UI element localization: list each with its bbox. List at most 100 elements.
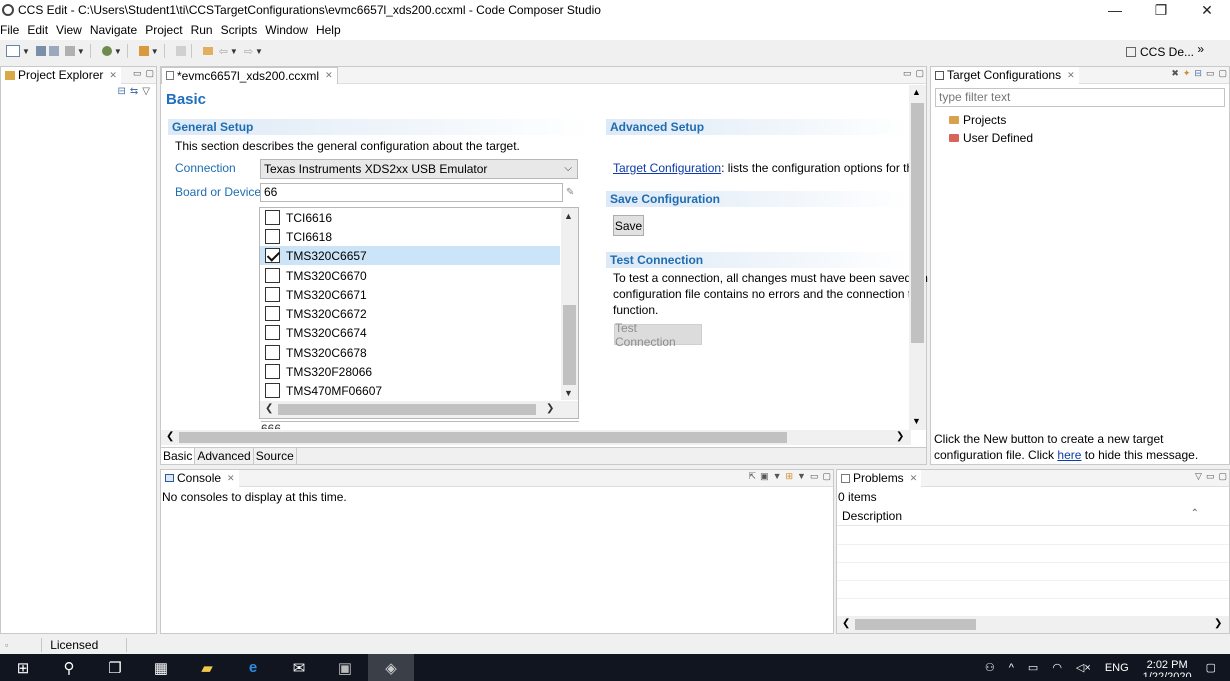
display-console-icon[interactable]: ▣ xyxy=(760,471,769,482)
scroll-right-icon[interactable]: ❯ xyxy=(896,431,904,442)
close-tab-icon[interactable]: ✕ xyxy=(1067,70,1075,81)
close-tab-icon[interactable]: ✕ xyxy=(109,70,117,81)
close-tab-icon[interactable]: ✕ xyxy=(325,70,333,81)
tab-basic[interactable]: Basic xyxy=(161,448,196,464)
device-checkbox[interactable] xyxy=(265,364,280,379)
hide-message-link[interactable]: here xyxy=(1057,448,1081,462)
notifications-icon[interactable]: ▢ xyxy=(1206,661,1216,674)
tab-advanced[interactable]: Advanced xyxy=(195,448,254,464)
scroll-thumb[interactable] xyxy=(911,103,924,343)
device-list-hscroll[interactable]: ❮ ❯ xyxy=(260,401,578,418)
new-dropdown-icon[interactable]: ▼ xyxy=(22,47,30,56)
close-tab-icon[interactable]: ✕ xyxy=(910,473,918,484)
target-configuration-link[interactable]: Target Configuration xyxy=(613,161,721,175)
forward-icon[interactable]: ⇨ xyxy=(244,45,253,58)
clear-filter-icon[interactable]: ✎ xyxy=(566,187,574,198)
people-icon[interactable]: ⚇ xyxy=(985,661,995,674)
task-view-icon[interactable]: ❐ xyxy=(92,654,138,681)
mail-icon[interactable]: ✉ xyxy=(276,654,322,681)
minimize-button[interactable]: — xyxy=(1092,0,1138,20)
open-console-icon[interactable]: ⊞ xyxy=(786,471,794,482)
scroll-thumb[interactable] xyxy=(563,305,576,385)
device-checkbox[interactable] xyxy=(265,306,280,321)
device-checkbox[interactable] xyxy=(265,383,280,398)
maximize-view-icon[interactable]: ▢ xyxy=(822,471,831,482)
perspective-switcher[interactable]: CCS De... xyxy=(1125,42,1194,62)
minimize-view-icon[interactable]: ▭ xyxy=(133,68,142,79)
new-icon[interactable] xyxy=(6,45,20,57)
editor-vscroll[interactable]: ▲ ▼ xyxy=(909,85,926,430)
list-item[interactable]: TMS320F28066 xyxy=(260,362,560,381)
device-checkbox[interactable] xyxy=(265,210,280,225)
back-icon[interactable]: ⇦ xyxy=(219,45,228,58)
volume-muted-icon[interactable]: ◁× xyxy=(1076,661,1091,674)
device-checkbox[interactable] xyxy=(265,345,280,360)
scroll-up-icon[interactable]: ▲ xyxy=(564,211,573,221)
build-icon[interactable] xyxy=(64,46,75,56)
maximize-view-icon[interactable]: ▢ xyxy=(915,68,924,79)
minimize-view-icon[interactable]: ▭ xyxy=(810,471,819,482)
forward-dropdown-icon[interactable]: ▼ xyxy=(255,47,263,56)
display-dropdown-icon[interactable]: ▼ xyxy=(773,471,782,482)
delete-icon[interactable]: ✖ xyxy=(1171,68,1179,79)
open-dropdown-icon[interactable]: ▼ xyxy=(797,471,806,482)
list-item[interactable]: TMS320C6672 xyxy=(260,304,560,323)
list-item-selected[interactable]: TMS320C6657 xyxy=(260,246,560,265)
collapse-all-icon[interactable]: ⊟ xyxy=(1194,68,1202,79)
board-filter-input[interactable]: 66 xyxy=(260,183,563,202)
windows-start-icon[interactable]: ⊞ xyxy=(0,654,46,681)
menu-view[interactable]: View xyxy=(52,23,86,37)
clock[interactable]: 2:02 PM 1/22/2020 xyxy=(1143,659,1192,677)
menu-project[interactable]: Project xyxy=(141,23,186,37)
list-item[interactable]: TCI6616 xyxy=(260,208,560,227)
scroll-thumb[interactable] xyxy=(855,619,976,630)
device-list-vscroll[interactable]: ▲ ▼ xyxy=(561,208,578,400)
test-connection-button[interactable]: Test Connection xyxy=(614,321,702,349)
tab-target-configurations[interactable]: Target Configurations ✕ xyxy=(931,66,1079,84)
list-item[interactable]: TCI6618 xyxy=(260,227,560,246)
app-icon[interactable]: ▣ xyxy=(322,654,368,681)
save-icon[interactable] xyxy=(35,46,46,56)
menu-navigate[interactable]: Navigate xyxy=(86,23,141,37)
tray-overflow-icon[interactable]: ^ xyxy=(1009,662,1014,674)
maximize-view-icon[interactable]: ▢ xyxy=(1218,471,1227,482)
device-checkbox-checked[interactable] xyxy=(265,248,280,263)
scroll-left-icon[interactable]: ❮ xyxy=(265,403,273,414)
minimize-view-icon[interactable]: ▭ xyxy=(1206,68,1215,79)
view-menu-icon[interactable]: ▽ xyxy=(142,86,150,97)
new-config-icon[interactable]: ✦ xyxy=(1183,68,1191,79)
minimize-view-icon[interactable]: ▭ xyxy=(903,68,912,79)
tab-source[interactable]: Source xyxy=(254,448,297,464)
tab-ccxml-file[interactable]: *evmc6657l_xds200.ccxml ✕ xyxy=(161,66,338,84)
device-checkbox[interactable] xyxy=(265,287,280,302)
restore-button[interactable]: ❐ xyxy=(1138,0,1184,20)
device-checkbox[interactable] xyxy=(265,325,280,340)
menu-file[interactable]: File xyxy=(0,23,23,37)
view-menu-icon[interactable]: ▽ xyxy=(1195,471,1202,482)
device-checkbox[interactable] xyxy=(265,229,280,244)
menu-help[interactable]: Help xyxy=(312,23,345,37)
maximize-view-icon[interactable]: ▢ xyxy=(145,68,154,79)
list-item[interactable]: TMS470MF06607 xyxy=(260,381,560,400)
build-dropdown-icon[interactable]: ▼ xyxy=(77,47,85,56)
tab-project-explorer[interactable]: Project Explorer ✕ xyxy=(1,66,121,84)
scroll-thumb[interactable] xyxy=(179,432,787,443)
debug-icon[interactable] xyxy=(101,46,112,56)
list-item[interactable]: TMS320C6671 xyxy=(260,285,560,304)
scroll-right-icon[interactable]: ❯ xyxy=(1214,618,1222,629)
connection-select[interactable]: Texas Instruments XDS2xx USB Emulator ⌵ xyxy=(260,159,578,179)
device-checkbox[interactable] xyxy=(265,268,280,283)
tree-item-projects[interactable]: Projects xyxy=(949,113,1006,127)
debug-dropdown-icon[interactable]: ▼ xyxy=(114,47,122,56)
scroll-left-icon[interactable]: ❮ xyxy=(842,618,850,629)
close-tab-icon[interactable]: ✕ xyxy=(227,473,235,484)
collapse-all-icon[interactable]: ⊟ xyxy=(118,86,126,97)
pin-console-icon[interactable]: ⇱ xyxy=(749,471,757,482)
scroll-down-icon[interactable]: ▼ xyxy=(564,388,573,398)
tree-item-user-defined[interactable]: User Defined xyxy=(949,131,1033,145)
more-perspectives-icon[interactable]: » xyxy=(1197,42,1204,56)
filter-input[interactable]: type filter text xyxy=(935,88,1225,107)
back-dropdown-icon[interactable]: ▼ xyxy=(230,47,238,56)
link-editor-icon[interactable]: ⇆ xyxy=(130,86,138,97)
scroll-right-icon[interactable]: ❯ xyxy=(546,403,554,414)
